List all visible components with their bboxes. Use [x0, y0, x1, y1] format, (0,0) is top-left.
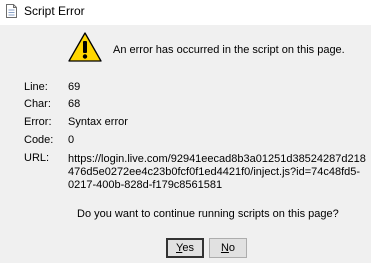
- title-bar: Script Error: [0, 0, 371, 25]
- error-label: Error:: [24, 116, 52, 128]
- code-value: 0: [68, 134, 75, 146]
- continue-question: Do you want to continue running scripts …: [77, 208, 339, 220]
- no-button-accelerator: N: [220, 242, 229, 254]
- line-value: 69: [68, 81, 81, 93]
- warning-icon: [68, 32, 102, 62]
- yes-button-label: es: [182, 242, 194, 254]
- yes-button[interactable]: Yes: [166, 238, 204, 258]
- url-value-line: 476d5e0272ee4c23b0fcf0f1ed4421f0/inject.…: [68, 166, 361, 178]
- window-title: Script Error: [24, 4, 85, 18]
- url-value-line: https://login.live.com/92941eecad8b3a012…: [68, 153, 366, 165]
- code-label: Code:: [24, 134, 54, 146]
- line-label: Line:: [24, 81, 48, 93]
- url-value-line: 0217-400b-828d-f179c8561581: [68, 179, 223, 191]
- no-button[interactable]: No: [209, 238, 247, 258]
- char-label: Char:: [24, 98, 51, 110]
- url-label: URL:: [24, 152, 50, 164]
- no-button-label: o: [228, 242, 236, 254]
- char-value: 68: [68, 98, 81, 110]
- error-message: An error has occurred in the script on t…: [113, 44, 345, 56]
- document-icon: [6, 4, 17, 18]
- error-value: Syntax error: [68, 116, 128, 128]
